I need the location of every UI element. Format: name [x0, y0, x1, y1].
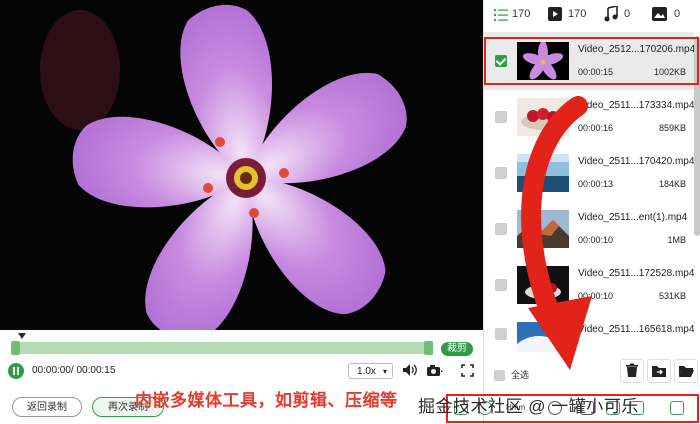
all-count: 170: [512, 8, 531, 20]
file-size: 184KB: [658, 179, 686, 189]
trim-track[interactable]: [12, 342, 432, 354]
open-folder-button[interactable]: [674, 359, 698, 383]
trim-end-handle[interactable]: [424, 341, 433, 355]
music-icon[interactable]: [604, 5, 618, 27]
playhead-marker[interactable]: [18, 333, 26, 339]
list-icon[interactable]: [494, 8, 508, 26]
file-size: 531KB: [658, 291, 686, 301]
back-to-record-button[interactable]: 返回录制: [12, 397, 82, 417]
video-count: 170: [568, 8, 587, 20]
image-count: 0: [674, 8, 681, 20]
fullscreen-icon[interactable]: [461, 364, 474, 382]
watermark-text: 掘金技术社区 @ 一罐小可乐: [418, 397, 639, 416]
trash-icon: [626, 363, 638, 377]
chevron-down-icon: ▾: [382, 367, 387, 376]
feature-caption: 内嵌多媒体工具，如剪辑、压缩等: [135, 391, 398, 410]
selected-file-highlight: [484, 37, 699, 85]
video-preview[interactable]: [0, 0, 483, 330]
red-arrow-annotation: [521, 96, 592, 370]
folder-icon: [679, 366, 694, 377]
image-icon[interactable]: [652, 7, 667, 26]
video-icon[interactable]: [548, 7, 562, 26]
audio-count: 0: [624, 8, 631, 20]
file-size: 859KB: [658, 123, 686, 133]
delete-button[interactable]: [620, 359, 644, 383]
pause-button[interactable]: [8, 363, 24, 379]
file-size: 1MB: [667, 235, 686, 245]
folder-export-icon: [652, 366, 666, 377]
speed-select[interactable]: 1.0x ▾: [348, 363, 393, 379]
speed-value: 1.0x: [357, 366, 376, 377]
volume-icon[interactable]: [402, 363, 418, 380]
playback-time: 00:00:00/ 00:00:15: [32, 365, 116, 376]
media-filter-bar: 170 170 0 0: [484, 0, 700, 32]
export-button[interactable]: [647, 359, 671, 383]
camera-icon[interactable]: [426, 364, 444, 382]
trim-start-handle[interactable]: [11, 341, 20, 355]
trim-button[interactable]: 裁剪: [441, 342, 473, 356]
flower-video-frame: [40, 4, 407, 330]
